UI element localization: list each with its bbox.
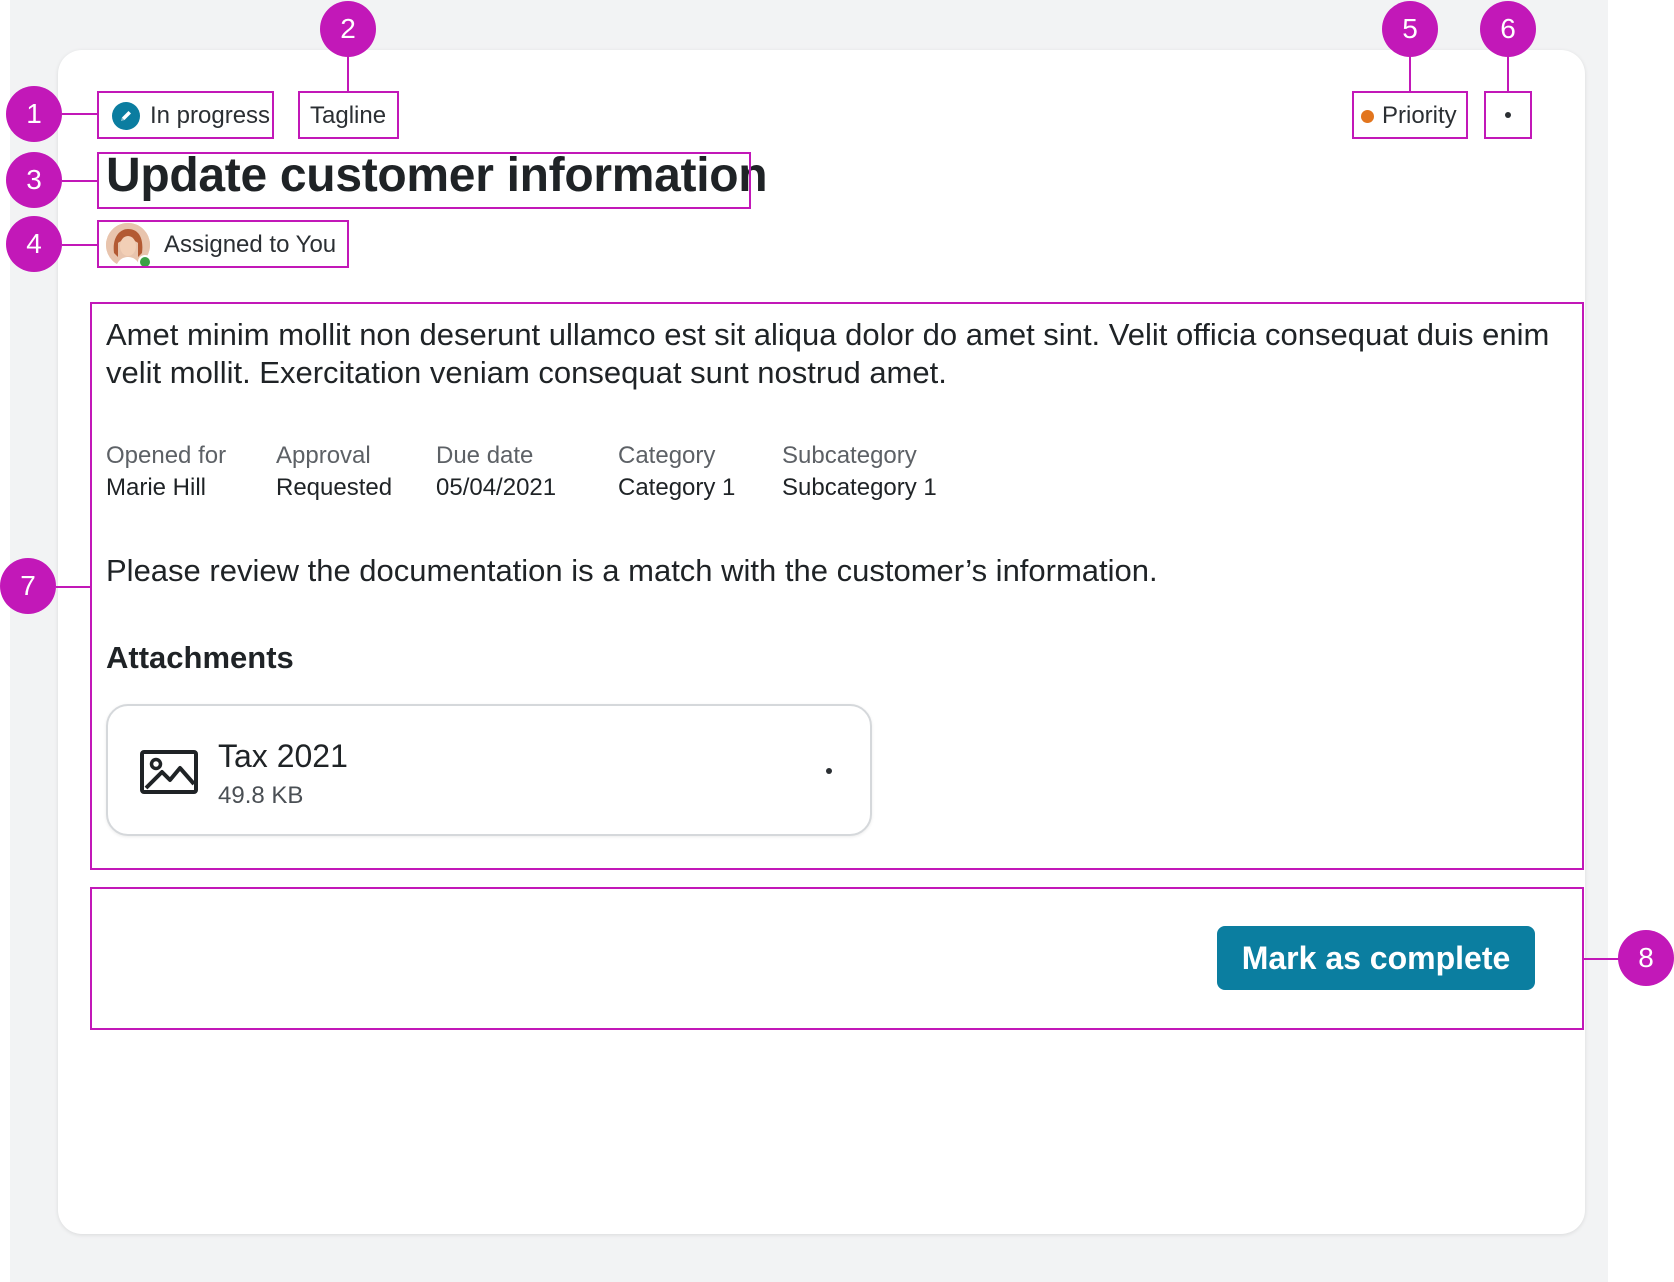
annotation-marker-8: 8	[1618, 930, 1674, 986]
annotation-marker-2: 2	[320, 1, 376, 57]
connector-5	[1409, 56, 1411, 92]
connector-1	[62, 113, 98, 115]
connector-8	[1584, 958, 1620, 960]
connector-7	[56, 586, 92, 588]
annotation-marker-5: 5	[1382, 1, 1438, 57]
annotation-box-4	[97, 220, 349, 268]
annotation-box-6	[1484, 91, 1532, 139]
annotation-marker-3: 3	[6, 152, 62, 208]
connector-6	[1507, 56, 1509, 92]
connector-3	[62, 180, 98, 182]
annotation-marker-6: 6	[1480, 1, 1536, 57]
annotation-box-5	[1352, 91, 1468, 139]
annotation-box-7	[90, 302, 1584, 870]
annotation-box-1	[97, 91, 274, 139]
annotation-marker-1: 1	[6, 86, 62, 142]
annotation-marker-7: 7	[0, 558, 56, 614]
annotation-box-2	[298, 91, 399, 139]
annotation-box-3	[97, 152, 751, 209]
connector-2	[347, 56, 349, 92]
connector-4	[62, 244, 98, 246]
annotation-marker-4: 4	[6, 216, 62, 272]
annotation-box-8	[90, 887, 1584, 1030]
